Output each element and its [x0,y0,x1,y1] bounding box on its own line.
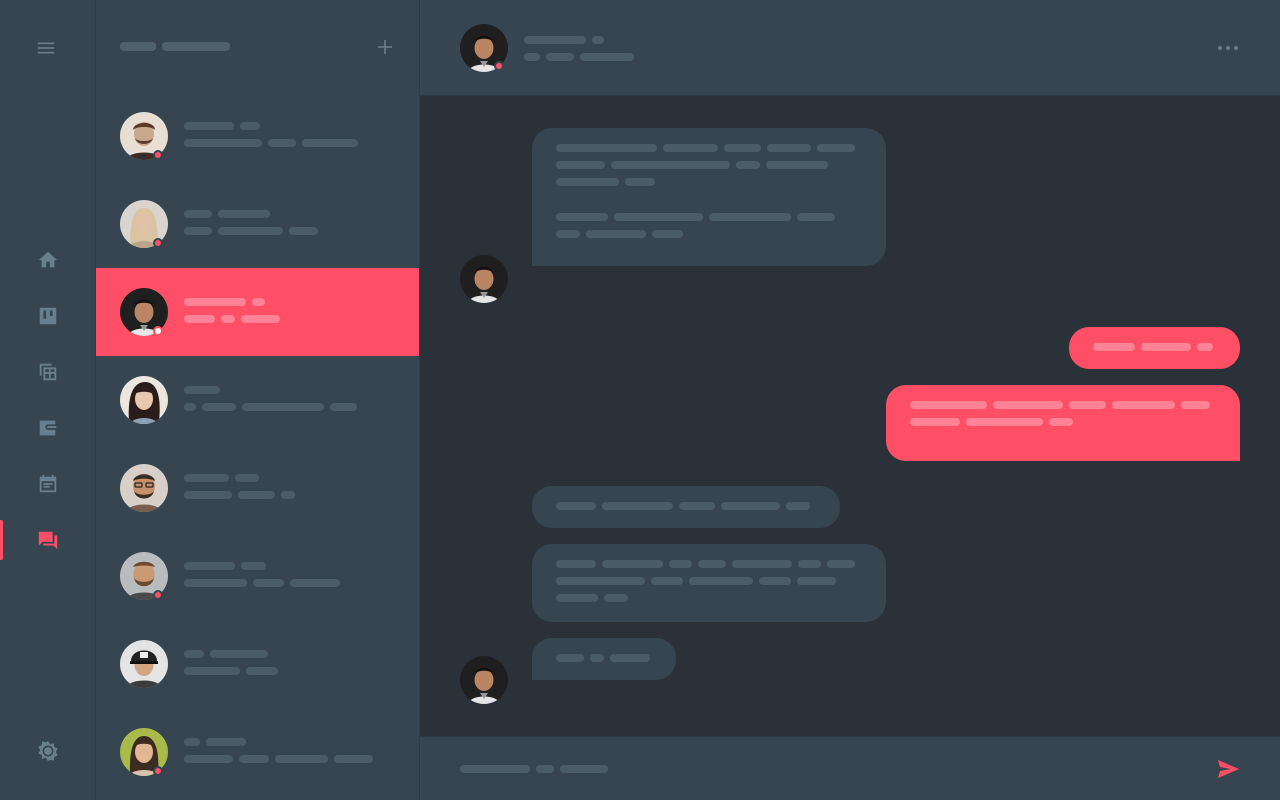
contact-text-placeholder [184,210,318,244]
contacts-header [96,0,419,92]
message-bubble-incoming [532,128,886,266]
messenger-app [0,0,1280,800]
contacts-title-placeholder [120,42,230,59]
brightness-icon[interactable] [36,739,60,763]
contact-item[interactable] [96,356,419,444]
message-bubble-outgoing [886,385,1240,461]
message-composer [420,736,1280,800]
contact-item[interactable] [96,532,419,620]
more-horizontal-icon[interactable] [1218,40,1238,56]
avatar [460,255,508,303]
contact-text-placeholder [184,738,373,772]
send-icon[interactable] [1216,757,1240,781]
message-input[interactable] [460,763,1160,775]
contact-item[interactable] [96,180,419,268]
contact-item[interactable] [96,92,419,180]
online-status-dot [494,61,504,71]
chat-header-text-placeholder [524,36,634,70]
home-icon[interactable] [36,248,60,272]
board-icon[interactable] [36,304,60,328]
online-status-dot [153,150,163,160]
message-bubble-incoming [532,638,676,680]
avatar [120,464,168,512]
contact-item[interactable] [96,708,419,796]
table-icon[interactable] [36,360,60,384]
active-nav-indicator [0,520,3,560]
online-status-dot [153,766,163,776]
chat-panel [420,0,1280,800]
avatar [120,376,168,424]
chat-header [420,0,1280,96]
message-bubble-incoming [532,486,840,528]
message-bubble-incoming [532,544,886,622]
contact-text-placeholder [184,562,340,596]
wallet-icon[interactable] [36,416,60,440]
contact-text-placeholder [184,386,357,420]
avatar [120,640,168,688]
avatar [460,656,508,704]
contact-text-placeholder [184,298,280,332]
contact-text-placeholder [184,474,295,508]
contact-item[interactable] [96,444,419,532]
calendar-icon[interactable] [36,472,60,496]
contact-text-placeholder [184,122,358,156]
online-status-dot [153,238,163,248]
chat-icon[interactable] [36,528,60,552]
contact-item[interactable] [96,620,419,708]
message-bubble-outgoing [1069,327,1240,369]
contact-text-placeholder [184,650,278,684]
online-status-dot [153,590,163,600]
contact-item-active[interactable] [96,268,419,356]
plus-icon[interactable] [376,38,394,56]
nav-rail [0,0,96,800]
contacts-panel [96,0,420,800]
online-status-dot [153,326,163,336]
hamburger-menu-icon[interactable] [34,36,58,60]
